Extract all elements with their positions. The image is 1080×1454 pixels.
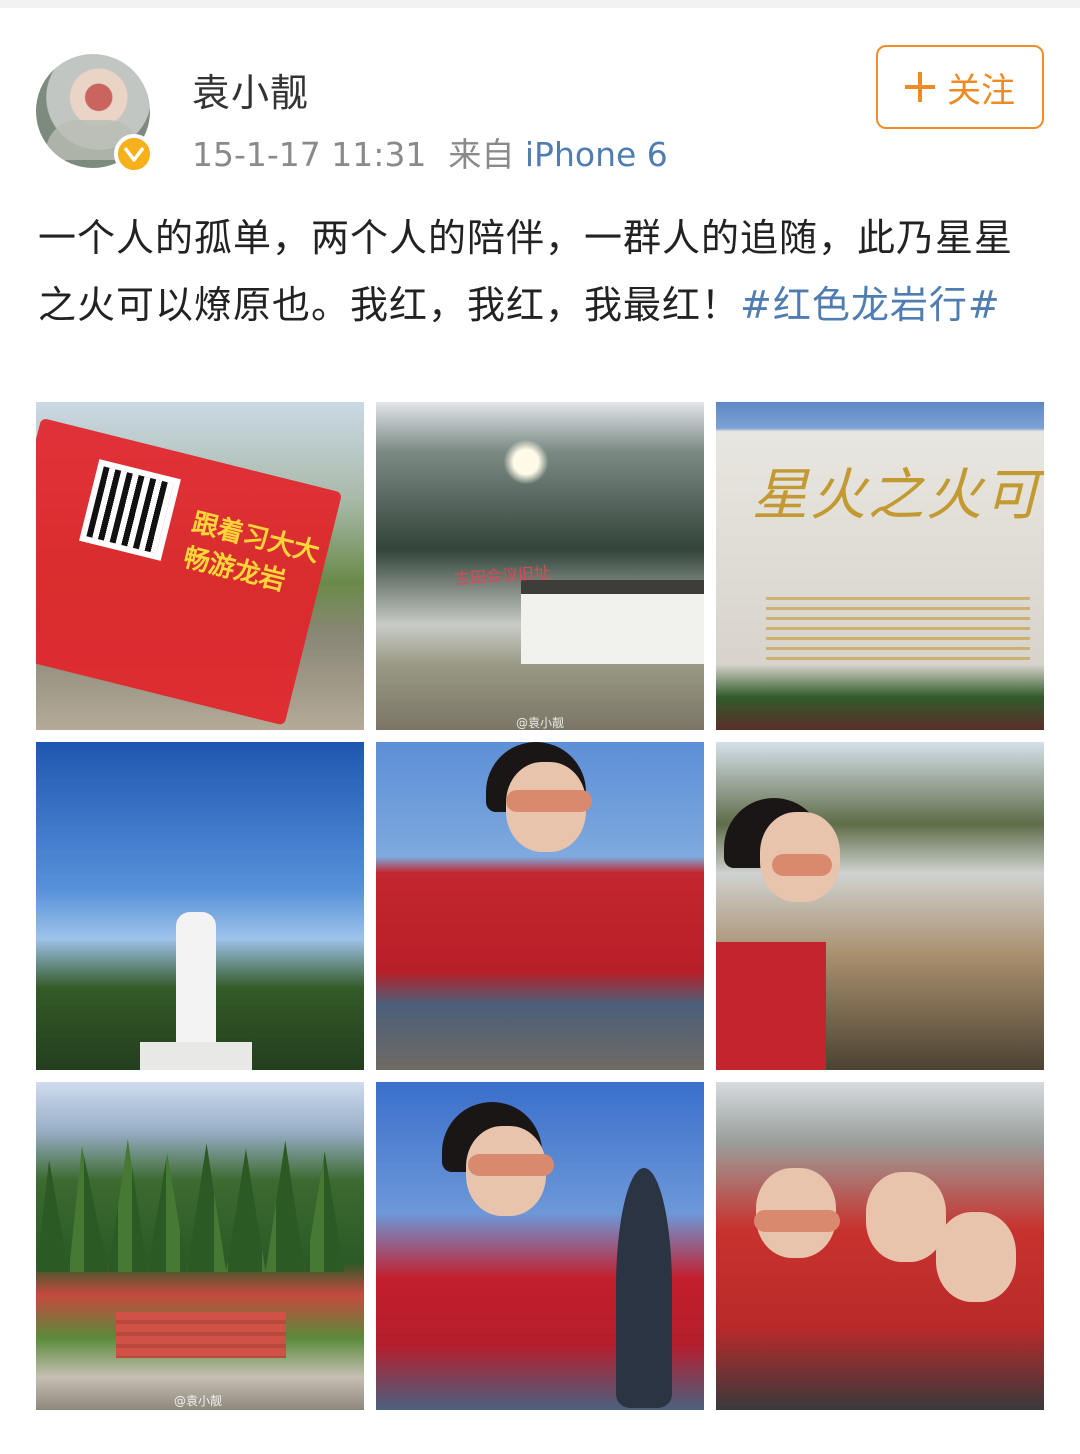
- photo-7[interactable]: @袁小靓: [36, 1082, 364, 1410]
- sunglasses-icon: [772, 854, 832, 876]
- sunglasses-icon: [506, 790, 592, 812]
- sunglasses-icon: [468, 1154, 554, 1176]
- photo-2[interactable]: 古田会议旧址 @袁小靓: [376, 402, 704, 730]
- photo-8[interactable]: [376, 1082, 704, 1410]
- post-timestamp: 15-1-17 11:31: [192, 135, 427, 174]
- photo-9[interactable]: [716, 1082, 1044, 1410]
- plus-icon: [905, 72, 935, 102]
- post-text: 一个人的孤单，两个人的陪伴，一群人的追随，此乃星星之火可以燎原也。我红，我红，我…: [38, 205, 1048, 339]
- follow-button-label: 关注: [947, 70, 1015, 111]
- verified-badge-icon: [114, 134, 154, 174]
- top-divider: [0, 0, 1080, 8]
- hashtag-link[interactable]: #红色龙岩行#: [740, 283, 1001, 327]
- photo-watermark: @袁小靓: [174, 1394, 223, 1408]
- username[interactable]: 袁小靓: [192, 62, 309, 117]
- statue-figure: [176, 912, 216, 1052]
- post-meta: 15-1-17 11:31 来自 iPhone 6: [192, 128, 668, 176]
- photo-6[interactable]: [716, 742, 1044, 1070]
- source-device[interactable]: iPhone 6: [525, 135, 668, 174]
- source-prefix: 来自: [448, 135, 515, 174]
- photo-5[interactable]: [376, 742, 704, 1070]
- photo-4[interactable]: [36, 742, 364, 1070]
- photo-3[interactable]: 星火之火可以燎原: [716, 402, 1044, 730]
- photo-1[interactable]: 跟着习大大 畅游龙岩: [36, 402, 364, 730]
- sun-icon: [504, 440, 548, 484]
- sunglasses-icon: [754, 1210, 840, 1232]
- calligraphy-text: 星火之火可以燎原: [752, 463, 1044, 528]
- follow-button[interactable]: 关注: [876, 45, 1044, 129]
- photo-watermark: @袁小靓: [516, 716, 565, 730]
